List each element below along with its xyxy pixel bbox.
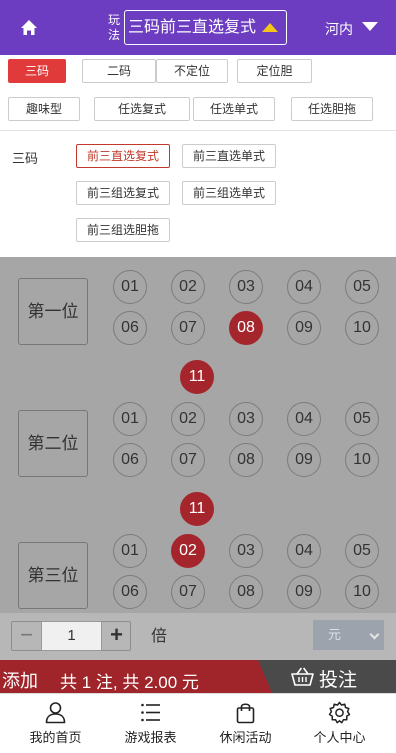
user-icon	[45, 702, 66, 724]
number-ball[interactable]: 08	[229, 443, 263, 477]
number-ball[interactable]: 04	[287, 534, 321, 568]
category-tab[interactable]: 任选胆拖	[291, 97, 373, 121]
nav-label: 我的首页	[29, 730, 82, 745]
position-label: 第二位	[18, 410, 88, 477]
nav-item-profile[interactable]: 个人中心	[290, 694, 389, 753]
number-ball[interactable]: 06	[113, 575, 147, 609]
list-icon	[141, 703, 160, 722]
number-ball[interactable]: 11	[180, 360, 214, 394]
number-ball[interactable]: 02	[171, 270, 205, 304]
multiplier-input[interactable]: 1	[41, 621, 102, 651]
number-ball[interactable]: 06	[113, 311, 147, 345]
triangle-up-icon	[262, 23, 278, 32]
category-tab[interactable]: 不定位	[156, 59, 228, 83]
increase-button[interactable]: +	[102, 622, 131, 650]
number-ball[interactable]: 01	[113, 534, 147, 568]
number-ball[interactable]: 10	[345, 443, 379, 477]
nav-item-game-report[interactable]: 游戏报表	[101, 694, 200, 753]
number-ball[interactable]: 10	[345, 575, 379, 609]
number-ball[interactable]: 01	[113, 402, 147, 436]
nav-label: 休闲活动	[219, 730, 272, 745]
subtype-option[interactable]: 前三组选复式	[76, 181, 170, 205]
bet-summary-text: 共 1 注, 共 2.00 元	[60, 673, 199, 692]
position-label: 第三位	[18, 542, 88, 609]
number-ball[interactable]: 06	[113, 443, 147, 477]
category-tab[interactable]: 任选单式	[193, 97, 275, 121]
number-ball[interactable]: 03	[229, 270, 263, 304]
place-bet-label: 投注	[319, 670, 358, 691]
nav-item-leisure[interactable]: 休闲活动	[196, 694, 295, 753]
position-label: 第一位	[18, 278, 88, 345]
number-ball[interactable]: 11	[180, 492, 214, 526]
bag-icon	[236, 703, 255, 724]
number-ball[interactable]: 05	[345, 402, 379, 436]
number-ball[interactable]: 09	[287, 311, 321, 345]
number-ball[interactable]: 07	[171, 575, 205, 609]
number-picker-area: 第一位 01 02 03 04 05 06 07 08 09 10 11 第二位 01 02 03 04 05 06…	[0, 257, 396, 613]
play-mode-select[interactable]: 三码前三直选复式	[124, 10, 287, 45]
number-ball[interactable]: 04	[287, 402, 321, 436]
currency-unit-value: 元	[328, 627, 342, 642]
number-ball[interactable]: 07	[171, 311, 205, 345]
number-ball[interactable]: 02	[171, 402, 205, 436]
header-bar: 玩法 三码前三直选复式 河内	[0, 0, 396, 55]
subtype-option[interactable]: 前三直选单式	[182, 144, 276, 168]
number-ball[interactable]: 04	[287, 270, 321, 304]
nav-label: 个人中心	[313, 730, 366, 745]
multiplier-unit-label: 倍	[151, 628, 168, 645]
decrease-button[interactable]: −	[12, 622, 41, 650]
currency-unit-select[interactable]: 元	[313, 620, 384, 650]
category-tab[interactable]: 定位胆	[237, 59, 312, 83]
subtype-group-label: 三码	[12, 151, 39, 166]
number-ball[interactable]: 08	[229, 311, 263, 345]
multiplier-stepper: − 1 +	[11, 621, 131, 651]
number-ball[interactable]: 02	[171, 534, 205, 568]
home-icon[interactable]	[18, 17, 40, 39]
number-ball[interactable]: 05	[345, 270, 379, 304]
subtype-option[interactable]: 前三组选胆拖	[76, 218, 170, 242]
number-ball[interactable]: 03	[229, 534, 263, 568]
category-tab[interactable]: 任选复式	[94, 97, 190, 121]
play-type-label: 玩法	[107, 13, 120, 42]
number-ball[interactable]: 07	[171, 443, 205, 477]
place-bet-button[interactable]: 投注	[290, 665, 390, 691]
play-mode-value: 三码前三直选复式	[128, 19, 257, 36]
add-button[interactable]: 添加	[2, 667, 38, 693]
nav-label: 游戏报表	[124, 730, 177, 745]
number-ball[interactable]: 09	[287, 575, 321, 609]
number-ball[interactable]: 09	[287, 443, 321, 477]
chevron-down-icon	[369, 629, 380, 640]
subtype-option[interactable]: 前三组选单式	[182, 181, 276, 205]
category-tab[interactable]: 二码	[82, 59, 156, 83]
subtype-option[interactable]: 前三直选复式	[76, 144, 170, 168]
category-tab[interactable]: 三码	[8, 59, 66, 83]
triangle-down-icon[interactable]	[362, 22, 378, 31]
region-label[interactable]: 河内	[325, 19, 353, 39]
nav-item-home[interactable]: 我的首页	[6, 694, 105, 753]
number-ball[interactable]: 05	[345, 534, 379, 568]
gear-icon	[328, 701, 351, 724]
basket-icon	[291, 667, 314, 686]
number-ball[interactable]: 08	[229, 575, 263, 609]
bottom-nav: 我的首页 游戏报表 休闲活动 个人中心	[0, 693, 396, 753]
action-bar: 添加 共 1 注, 共 2.00 元 投注	[0, 660, 396, 693]
number-ball[interactable]: 10	[345, 311, 379, 345]
category-tab[interactable]: 趣味型	[8, 97, 80, 121]
number-ball[interactable]: 01	[113, 270, 147, 304]
number-ball[interactable]: 03	[229, 402, 263, 436]
